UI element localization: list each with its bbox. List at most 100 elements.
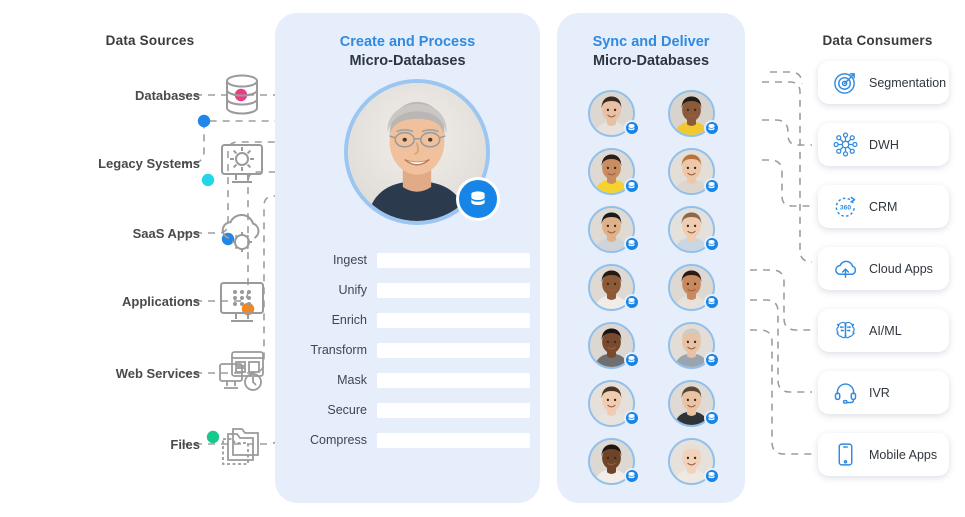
- data-source-label: Databases: [134, 87, 200, 103]
- process-progress-track: [377, 282, 530, 298]
- avatar-8: [667, 263, 720, 311]
- sync-avatar-grid: [571, 84, 731, 490]
- process-progress-track: [377, 402, 530, 418]
- avatar-10: [667, 321, 720, 369]
- data-sources-header: Data Sources: [105, 33, 195, 48]
- avatar-1: [587, 89, 640, 137]
- data-consumers-header: Data Consumers: [822, 33, 933, 48]
- avatar-11: [587, 379, 640, 427]
- avatar-7: [587, 263, 640, 311]
- data-consumer-label: DWH: [869, 137, 899, 152]
- sync-database-badge: [703, 351, 720, 368]
- target-arrow-icon: [832, 70, 858, 96]
- process-progress-list: Ingest Unify Enrich Transform Mask Secur…: [290, 245, 530, 455]
- process-progress-track: [377, 252, 530, 268]
- monitor-apps-grid-icon: [214, 273, 270, 329]
- database-icon: [708, 356, 715, 363]
- database-icon: [708, 472, 715, 479]
- data-source-label: SaaS Apps: [132, 225, 200, 241]
- database-icon: [708, 414, 715, 421]
- sync-avatar-cell: [571, 200, 651, 258]
- sync-database-badge: [623, 235, 640, 252]
- circle-360-icon: 360: [832, 194, 858, 220]
- data-source-label: Legacy Systems: [98, 155, 200, 171]
- database-icon: [628, 414, 635, 421]
- sync-database-badge: [703, 467, 720, 484]
- avatar-6: [667, 205, 720, 253]
- data-source-row: SaaS Apps: [20, 201, 270, 265]
- database-icon: [628, 124, 635, 131]
- avatar-9: [587, 321, 640, 369]
- data-consumer-label: CRM: [869, 199, 898, 214]
- sync-panel-subtitle: Micro-Databases: [592, 53, 710, 69]
- sync-avatar-cell: [651, 432, 731, 490]
- sync-database-badge: [703, 119, 720, 136]
- sync-avatar-cell: [651, 374, 731, 432]
- data-source-row: Web Services: [20, 341, 270, 405]
- database-icon: [628, 356, 635, 363]
- avatar-2: [667, 89, 720, 137]
- create-panel-subtitle: Micro-Databases: [349, 53, 466, 69]
- sync-avatar-cell: [651, 84, 731, 142]
- database-icon: [708, 298, 715, 305]
- web-services-icon: [214, 345, 270, 401]
- process-progress-row: Mask: [290, 365, 530, 395]
- folders-icon: [214, 416, 270, 472]
- data-source-row: Files: [20, 412, 270, 476]
- avatar-14: [667, 437, 720, 485]
- data-consumer-card[interactable]: Segmentation: [818, 61, 949, 104]
- avatar-3: [587, 147, 640, 195]
- sync-avatar-cell: [571, 316, 651, 374]
- hero-avatar: [344, 79, 500, 225]
- data-consumer-card[interactable]: Cloud Apps: [818, 247, 949, 290]
- database-icon: [708, 124, 715, 131]
- sync-avatar-cell: [571, 258, 651, 316]
- database-icon: [708, 182, 715, 189]
- process-label: Unify: [338, 283, 367, 297]
- database-icon: [628, 298, 635, 305]
- database-icon: [628, 182, 635, 189]
- process-progress-row: Compress: [290, 425, 530, 455]
- data-source-label: Web Services: [115, 365, 200, 381]
- data-consumer-card[interactable]: Mobile Apps: [818, 433, 949, 476]
- hero-database-badge: [456, 177, 500, 221]
- process-progress-row: Enrich: [290, 305, 530, 335]
- process-progress-track: [377, 312, 530, 328]
- data-source-row: Databases: [20, 63, 270, 127]
- sync-avatar-cell: [571, 142, 651, 200]
- data-source-label: Files: [170, 436, 200, 452]
- data-consumer-card[interactable]: AI/ML: [818, 309, 949, 352]
- network-nodes-icon: [832, 132, 858, 158]
- database-icon: [708, 240, 715, 247]
- brain-circuit-icon: [832, 318, 858, 344]
- data-consumer-card[interactable]: DWH: [818, 123, 949, 166]
- sync-database-badge: [703, 177, 720, 194]
- avatar-5: [587, 205, 640, 253]
- sync-database-badge: [703, 409, 720, 426]
- process-progress-track: [377, 372, 530, 388]
- avatar-4: [667, 147, 720, 195]
- database-icon: [628, 240, 635, 247]
- process-label: Compress: [310, 433, 367, 447]
- sync-panel-title: Sync and Deliver: [592, 34, 710, 50]
- create-panel-title: Create and Process: [339, 34, 476, 50]
- data-consumer-card[interactable]: 360 CRM: [818, 185, 949, 228]
- data-consumer-card[interactable]: IVR: [818, 371, 949, 414]
- sync-avatar-cell: [571, 432, 651, 490]
- svg-text:360: 360: [839, 204, 850, 211]
- sync-avatar-cell: [651, 200, 731, 258]
- smartphone-icon: [832, 442, 858, 468]
- data-source-label: Applications: [121, 293, 200, 309]
- process-label: Transform: [310, 343, 368, 357]
- sync-database-badge: [623, 177, 640, 194]
- sync-database-badge: [623, 351, 640, 368]
- process-progress-row: Ingest: [290, 245, 530, 275]
- sync-avatar-cell: [571, 84, 651, 142]
- process-label: Enrich: [331, 313, 367, 327]
- data-consumer-label: Cloud Apps: [869, 261, 933, 276]
- database-icon: [471, 191, 485, 205]
- avatar-13: [587, 437, 640, 485]
- data-source-row: Legacy Systems: [20, 131, 270, 195]
- sync-database-badge: [703, 293, 720, 310]
- legacy-monitor-gear-icon: [214, 135, 270, 191]
